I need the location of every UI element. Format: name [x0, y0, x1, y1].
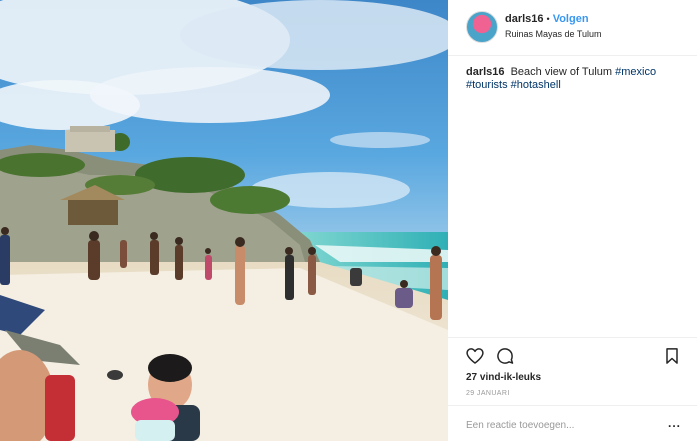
avatar[interactable] — [466, 11, 498, 43]
comment-bubble-icon[interactable] — [495, 346, 515, 366]
location-link[interactable]: Ruinas Mayas de Tulum — [505, 29, 602, 39]
post-actions-bar — [448, 337, 697, 370]
beach-photo-illustration — [0, 0, 448, 441]
caption-text: Beach view of Tulum — [510, 66, 613, 78]
likes-count[interactable]: 27 vind-ik-leuks — [466, 372, 541, 383]
more-options-button[interactable]: ... — [668, 416, 681, 430]
post-header: darls16 • Volgen Ruinas Mayas de Tulum — [448, 0, 697, 56]
username-link[interactable]: darls16 — [505, 13, 544, 25]
post-side-panel: darls16 • Volgen Ruinas Mayas de Tulum dar… — [448, 0, 697, 441]
separator-dot: • — [546, 14, 550, 24]
post-photo[interactable] — [0, 0, 448, 441]
hashtag-link[interactable]: #tourists — [466, 79, 508, 91]
bookmark-icon[interactable] — [662, 346, 682, 366]
hashtag-link[interactable]: #mexico — [615, 66, 656, 78]
post-date[interactable]: 29 JANUARI — [466, 390, 510, 397]
header-user-line: darls16 • Volgen — [505, 13, 589, 25]
hashtag-link[interactable]: #hotashell — [511, 79, 561, 91]
post-caption: darls16 Beach view of Tulum #mexico #tou… — [466, 66, 686, 92]
follow-button[interactable]: Volgen — [553, 13, 589, 25]
instagram-post: darls16 • Volgen Ruinas Mayas de Tulum dar… — [0, 0, 697, 441]
caption-username-link[interactable]: darls16 — [466, 66, 505, 78]
comment-row: ... — [448, 405, 697, 442]
comment-input[interactable] — [466, 417, 656, 433]
heart-icon[interactable] — [465, 346, 485, 366]
